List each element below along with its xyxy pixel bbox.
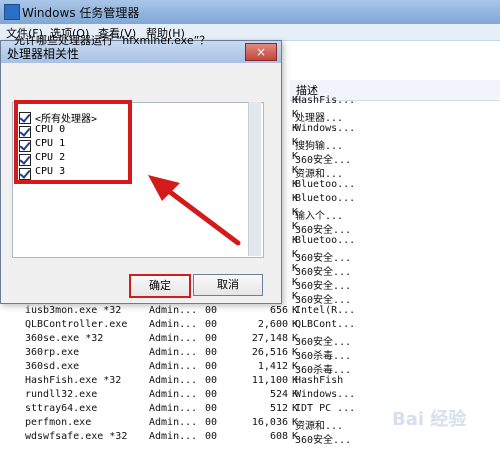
process-description: 360杀毒... bbox=[295, 351, 352, 362]
process-cpu: 00 bbox=[205, 333, 218, 344]
process-description: 360安全... bbox=[295, 435, 352, 446]
ok-button[interactable]: 确定 bbox=[129, 274, 191, 298]
process-user: Admin... bbox=[149, 305, 198, 316]
process-description: 搜狗输... bbox=[295, 141, 344, 152]
process-user: Admin... bbox=[149, 361, 198, 372]
process-user: Admin... bbox=[149, 319, 198, 330]
task-manager-titlebar[interactable]: Windows 任务管理器 bbox=[0, 0, 500, 24]
dialog-question: 允许哪些处理器运行 “hfxminer.exe”？ bbox=[14, 34, 211, 47]
process-cpu: 00 bbox=[205, 417, 218, 428]
process-description: QLBCont... bbox=[295, 319, 356, 330]
process-cpu: 00 bbox=[205, 305, 218, 316]
task-manager-title: Windows 任务管理器 bbox=[22, 6, 140, 20]
process-name: rundll32.exe bbox=[25, 389, 98, 400]
process-description: HashFish bbox=[295, 375, 344, 386]
process-description: 360杀毒... bbox=[295, 365, 352, 376]
highlight-box bbox=[14, 100, 132, 184]
process-user: Admin... bbox=[149, 431, 198, 442]
process-memory: 11,100 bbox=[251, 375, 288, 386]
table-row[interactable]: HashFish.exe *32 Admin... 00 11,100 K HashFis… bbox=[20, 375, 500, 389]
process-name: 360sd.exe bbox=[25, 361, 80, 372]
process-memory: 608 bbox=[269, 431, 288, 442]
table-row[interactable]: QLBController.exe Admin... 00 2,600 K QLBCont… bbox=[20, 319, 500, 333]
process-cpu: 00 bbox=[205, 375, 218, 386]
process-name: iusb3mon.exe *32 bbox=[25, 305, 122, 316]
process-name: wdswfsafe.exe *32 bbox=[25, 431, 128, 442]
process-memory: 16,036 bbox=[251, 417, 288, 428]
process-user: Admin... bbox=[149, 403, 198, 414]
process-memory: 524 bbox=[269, 389, 288, 400]
process-description: Intel(R... bbox=[295, 305, 356, 316]
process-memory: 27,148 bbox=[251, 333, 288, 344]
process-description: 360安全... bbox=[295, 253, 352, 264]
watermark: Bai 经验 bbox=[392, 409, 467, 430]
process-description: Windows... bbox=[295, 123, 356, 134]
process-name: perfmon.exe bbox=[25, 417, 92, 428]
process-description: IDT PC ... bbox=[295, 403, 356, 414]
process-description: 处理器... bbox=[295, 113, 344, 124]
process-cpu: 00 bbox=[205, 403, 218, 414]
process-name: HashFish.exe *32 bbox=[25, 375, 122, 386]
process-description: Windows... bbox=[295, 389, 356, 400]
process-description: HashFis... bbox=[295, 95, 356, 106]
table-row[interactable]: wdswfsafe.exe *32 Admin... 00 608 K 360安全... bbox=[20, 431, 500, 446]
close-button[interactable]: × bbox=[245, 43, 277, 61]
process-cpu: 00 bbox=[205, 431, 218, 442]
process-description: Bluetoo... bbox=[295, 179, 356, 190]
process-description: 360安全... bbox=[295, 281, 352, 292]
process-memory: 2,600 bbox=[257, 319, 288, 330]
process-user: Admin... bbox=[149, 333, 198, 344]
table-row[interactable]: iusb3mon.exe *32 Admin... 00 656 K Intel(R... bbox=[20, 305, 500, 319]
process-cpu: 00 bbox=[205, 347, 218, 358]
process-user: Admin... bbox=[149, 389, 198, 400]
process-description: 资源和... bbox=[295, 169, 344, 180]
close-icon: × bbox=[255, 45, 267, 59]
table-row[interactable]: 360se.exe *32 Admin... 00 27,148 K 360安全... bbox=[20, 333, 500, 348]
process-description: 360安全... bbox=[295, 337, 352, 348]
process-name: 360se.exe *32 bbox=[25, 333, 104, 344]
process-description: 360安全... bbox=[295, 155, 352, 166]
process-user: Admin... bbox=[149, 417, 198, 428]
process-name: 360rp.exe bbox=[25, 347, 80, 358]
process-user: Admin... bbox=[149, 375, 198, 386]
process-memory: 512 bbox=[269, 403, 288, 414]
table-row[interactable]: 360sd.exe Admin... 00 1,412 K 360杀毒... bbox=[20, 361, 500, 376]
process-description: 360安全... bbox=[295, 225, 352, 236]
annotation-arrow bbox=[148, 175, 241, 246]
process-memory: 656 bbox=[269, 305, 288, 316]
table-row[interactable]: rundll32.exe Admin... 00 524 K Windows... bbox=[20, 389, 500, 403]
process-memory: 26,516 bbox=[251, 347, 288, 358]
process-user: Admin... bbox=[149, 347, 198, 358]
process-description: Bluetoo... bbox=[295, 235, 356, 246]
process-description: Bluetoo... bbox=[295, 193, 356, 204]
process-description: 360安全... bbox=[295, 295, 352, 306]
process-cpu: 00 bbox=[205, 319, 218, 330]
table-row[interactable]: 360rp.exe Admin... 00 26,516 K 360杀毒... bbox=[20, 347, 500, 362]
process-name: QLBController.exe bbox=[25, 319, 128, 330]
process-cpu: 00 bbox=[205, 389, 218, 400]
cancel-button[interactable]: 取消 bbox=[193, 274, 263, 296]
task-manager-icon bbox=[4, 4, 20, 20]
process-cpu: 00 bbox=[205, 361, 218, 372]
process-name: sttray64.exe bbox=[25, 403, 98, 414]
process-description: 360安全... bbox=[295, 267, 352, 278]
process-memory: 1,412 bbox=[257, 361, 288, 372]
process-description: 资源和... bbox=[295, 421, 344, 432]
process-description: 输入个... bbox=[295, 211, 344, 222]
